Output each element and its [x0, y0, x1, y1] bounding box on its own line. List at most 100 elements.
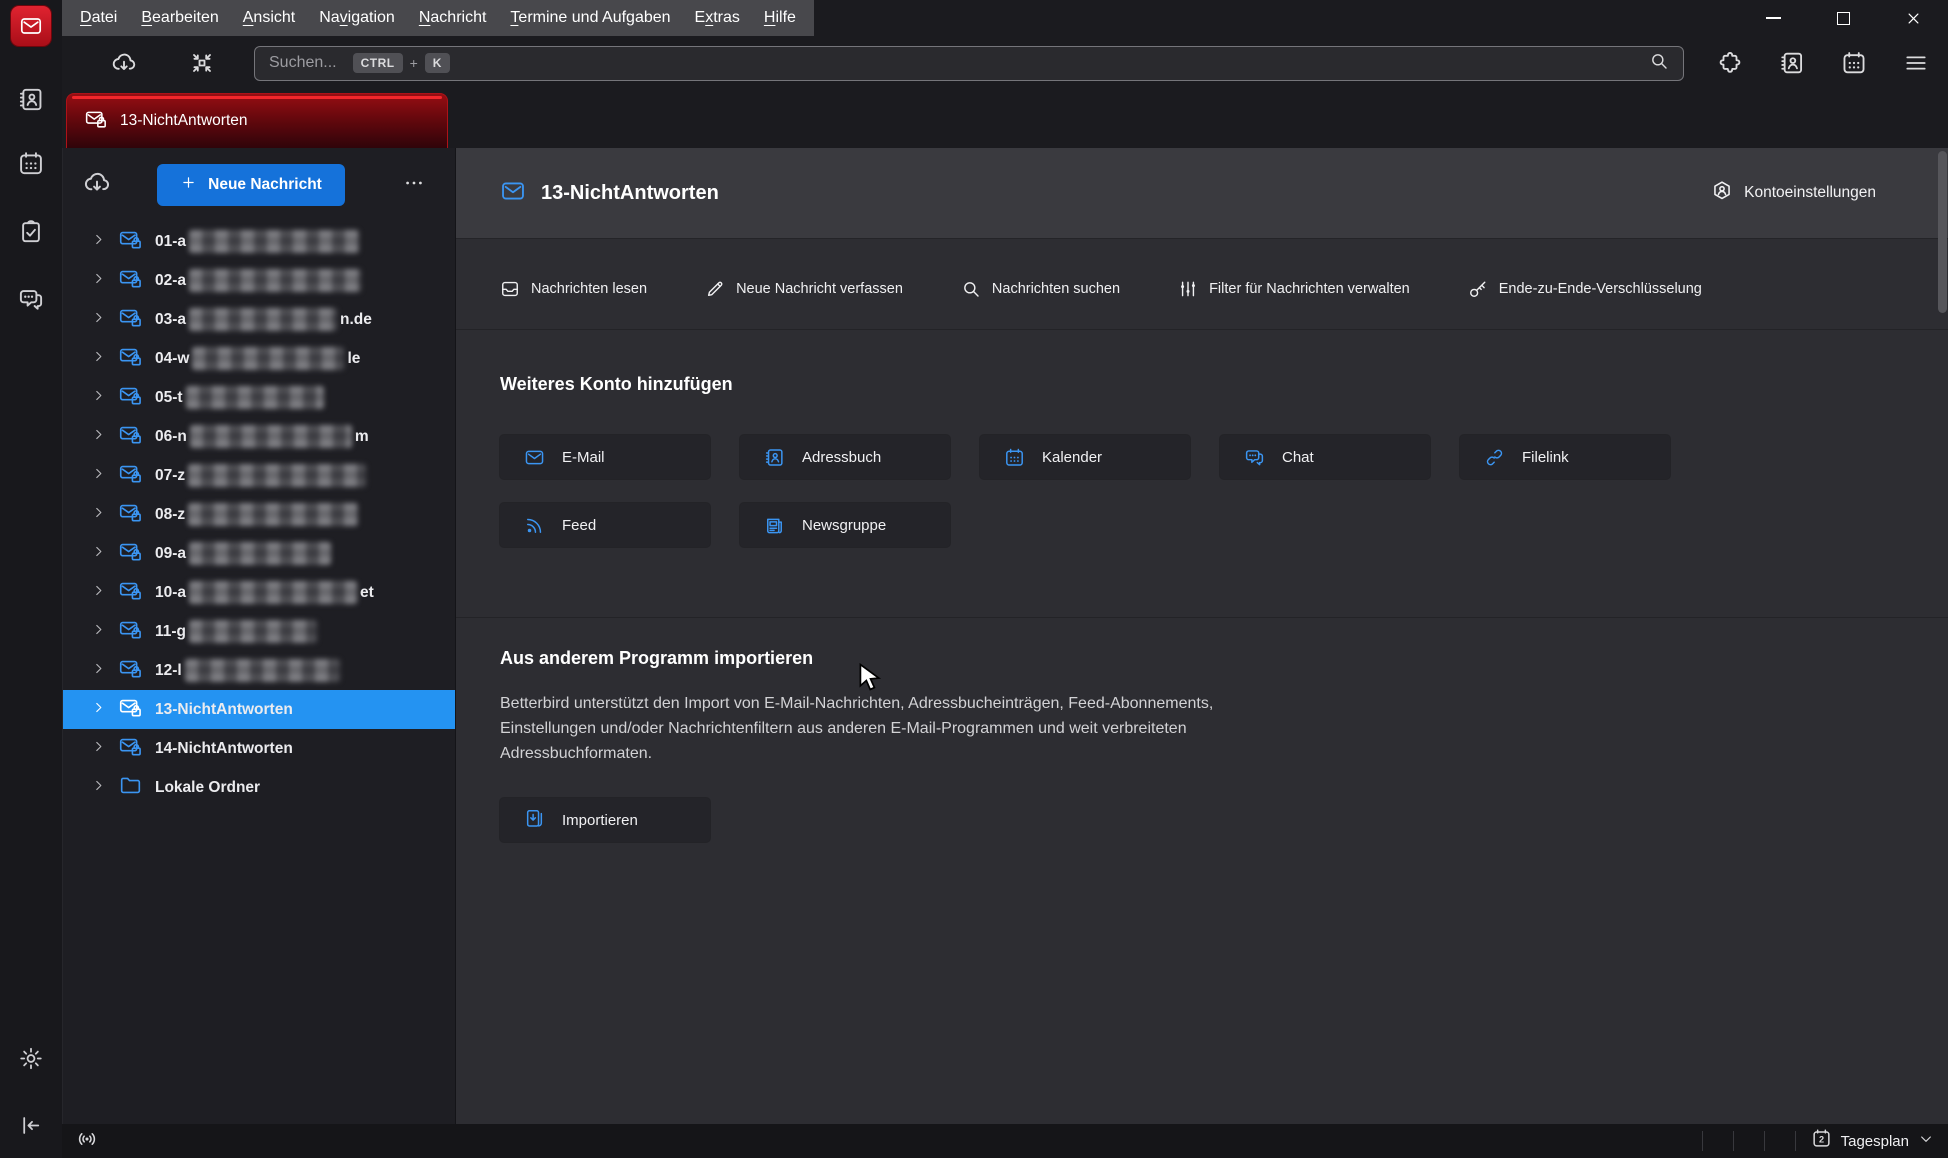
folder-row-lokale-ordner[interactable]: Lokale Ordner	[63, 768, 455, 807]
add-kalender-button[interactable]: Kalender	[980, 435, 1190, 479]
redacted-text	[188, 503, 358, 526]
expand-chevron[interactable]	[91, 349, 106, 369]
expand-chevron[interactable]	[91, 388, 106, 408]
new-message-label: Neue Nachricht	[208, 176, 322, 194]
expand-chevron[interactable]	[91, 427, 106, 447]
folder-label: 11-g	[155, 620, 320, 643]
folder-row-08-z[interactable]: 08-z	[63, 495, 455, 534]
redacted-text	[189, 230, 359, 253]
folder-pane: Neue Nachricht 01-a 02-a 03-an.de04-wle05-…	[62, 148, 455, 1124]
expand-chevron[interactable]	[91, 466, 106, 486]
maximize-button[interactable]	[1808, 0, 1878, 36]
add-feed-button[interactable]: Feed	[500, 503, 710, 547]
expand-chevron[interactable]	[91, 505, 106, 525]
quick-link-ende-zu-ende-verschlüsselung[interactable]: Ende-zu-Ende-Verschlüsselung	[1468, 279, 1702, 299]
expand-chevron[interactable]	[91, 661, 106, 681]
day-plan-chevron-slot[interactable]	[1918, 1131, 1934, 1152]
space-tasks-button[interactable]	[18, 218, 45, 250]
expand-chevron[interactable]	[91, 622, 106, 642]
folder-row-02-a[interactable]: 02-a	[63, 261, 455, 300]
add-chat-button[interactable]: Chat	[1220, 435, 1430, 479]
menu-hilfe[interactable]: Hilfe	[752, 0, 808, 36]
menu-bearbeiten[interactable]: Bearbeiten	[129, 0, 230, 36]
compact-view-button[interactable]	[180, 41, 224, 85]
account-button-label: Adressbuch	[802, 449, 881, 466]
folder-row-07-z[interactable]: 07-z	[63, 456, 455, 495]
menu-datei[interactable]: Datei	[68, 0, 129, 36]
tab-label: 13-NichtAntworten	[120, 112, 248, 130]
expand-chevron[interactable]	[91, 700, 106, 720]
space-calendar-button[interactable]	[18, 150, 45, 182]
mail-lock-icon	[119, 501, 142, 524]
quick-link-neue-nachricht-verfassen[interactable]: Neue Nachricht verfassen	[705, 279, 903, 299]
quick-link-nachrichten-suchen[interactable]: Nachrichten suchen	[961, 279, 1120, 299]
folder-icon-wrap	[119, 501, 142, 529]
minimize-button[interactable]	[1738, 0, 1808, 36]
expand-chevron[interactable]	[91, 544, 106, 564]
folder-label: 02-a	[155, 269, 364, 292]
space-mail-button[interactable]	[11, 6, 51, 46]
space-chat-button[interactable]	[18, 286, 45, 318]
space-collapse-button[interactable]	[19, 1113, 44, 1143]
expand-chevron[interactable]	[91, 583, 106, 603]
folder-label: 01-a	[155, 230, 362, 253]
plus-slot	[180, 174, 197, 196]
folder-row-10-a[interactable]: 10-aet	[63, 573, 455, 612]
chevron-right-icon	[91, 388, 106, 403]
menu-navigation[interactable]: Navigation	[307, 0, 407, 36]
folder-icon-wrap	[119, 267, 142, 295]
folder-row-14-nichtantworten[interactable]: 14-NichtAntworten	[63, 729, 455, 768]
folder-row-12-l[interactable]: 12-l	[63, 651, 455, 690]
folder-row-06-n[interactable]: 06-nm	[63, 417, 455, 456]
folder-row-01-a[interactable]: 01-a	[63, 222, 455, 261]
folder-row-04-w[interactable]: 04-wle	[63, 339, 455, 378]
expand-chevron[interactable]	[91, 778, 106, 798]
quick-link-nachrichten-lesen[interactable]: Nachrichten lesen	[500, 279, 647, 299]
folder-icon-wrap	[119, 540, 142, 568]
account-settings-button[interactable]: Kontoeinstellungen	[1711, 180, 1876, 207]
folder-label: 09-a	[155, 542, 334, 565]
tab-13-nichtantworten[interactable]: 13-NichtAntworten	[66, 93, 448, 148]
add-e-mail-button[interactable]: E-Mail	[500, 435, 710, 479]
menu-nachricht[interactable]: Nachricht	[407, 0, 499, 36]
new-message-button[interactable]: Neue Nachricht	[157, 164, 345, 206]
expand-chevron[interactable]	[91, 232, 106, 252]
folder-row-09-a[interactable]: 09-a	[63, 534, 455, 573]
menu-ansicht[interactable]: Ansicht	[231, 0, 307, 36]
space-settings-button[interactable]	[19, 1046, 44, 1076]
get-messages-button[interactable]	[102, 41, 146, 85]
folder-row-03-a[interactable]: 03-an.de	[63, 300, 455, 339]
close-button[interactable]	[1878, 0, 1948, 36]
chevron-down-icon	[1918, 1131, 1934, 1147]
import-button[interactable]: Importieren	[500, 798, 710, 842]
import-description: Betterbird unterstützt den Import von E-…	[500, 691, 1400, 766]
network-status-slot[interactable]	[76, 1128, 98, 1155]
menu-termine-und-aufgaben[interactable]: Termine und Aufgaben	[498, 0, 682, 36]
addons-button[interactable]	[1708, 41, 1752, 85]
rss-icon	[524, 515, 545, 536]
space-address-book-button[interactable]	[18, 86, 45, 118]
app-menu-button[interactable]	[1894, 41, 1938, 85]
folder-pane-options-slot[interactable]	[403, 172, 425, 199]
folder-row-13-nichtantworten[interactable]: 13-NichtAntworten	[63, 690, 455, 729]
vertical-scrollbar[interactable]	[1938, 151, 1947, 313]
folder-row-05-t[interactable]: 05-t	[63, 378, 455, 417]
mail-lock-icon	[119, 384, 142, 407]
search-icon	[1649, 51, 1669, 71]
folder-icon-wrap	[119, 228, 142, 256]
search-input[interactable]: Suchen... CTRL + K	[254, 46, 1684, 81]
shortcut-ctrl-badge: CTRL	[353, 53, 403, 73]
quick-link-filter-für-nachrichten-verwalten[interactable]: Filter für Nachrichten verwalten	[1178, 279, 1410, 299]
expand-chevron[interactable]	[91, 271, 106, 291]
address-book-button[interactable]	[1770, 41, 1814, 85]
menu-extras[interactable]: Extras	[683, 0, 752, 36]
expand-chevron[interactable]	[91, 310, 106, 330]
calendar-button[interactable]	[1832, 41, 1876, 85]
add-newsgruppe-button[interactable]: Newsgruppe	[740, 503, 950, 547]
expand-chevron[interactable]	[91, 739, 106, 759]
get-messages-slot[interactable]	[83, 169, 111, 202]
add-adressbuch-button[interactable]: Adressbuch	[740, 435, 950, 479]
search-icon-slot[interactable]	[1649, 51, 1669, 76]
add-filelink-button[interactable]: Filelink	[1460, 435, 1670, 479]
folder-row-11-g[interactable]: 11-g	[63, 612, 455, 651]
